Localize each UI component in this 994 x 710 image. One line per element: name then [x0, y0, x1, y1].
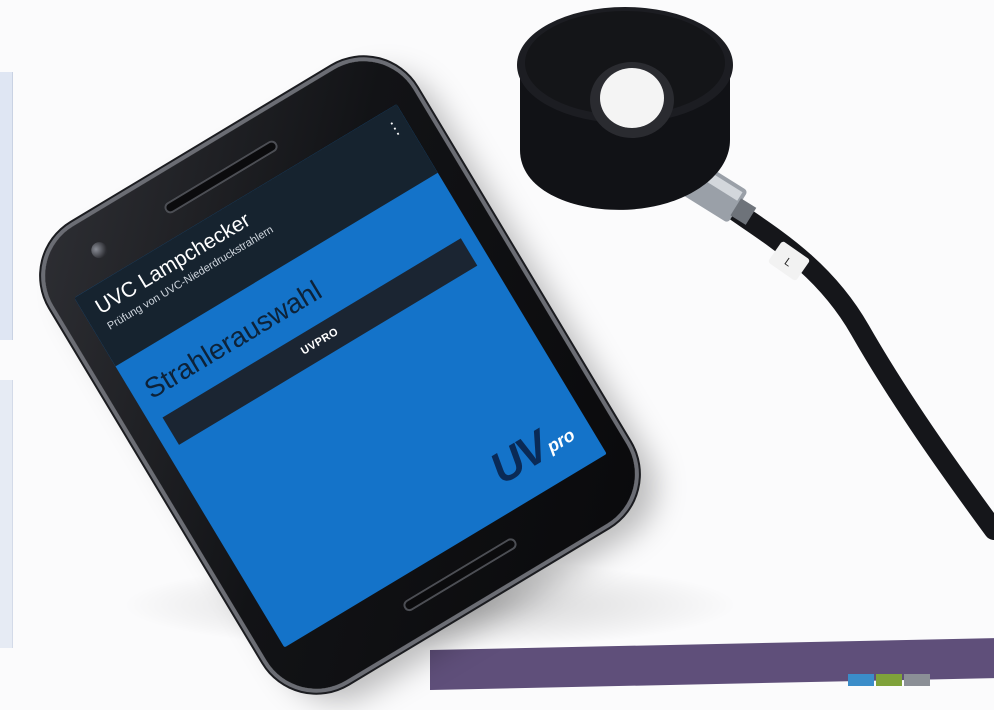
- sensor-housing: [517, 7, 733, 210]
- sensor-cable: [710, 190, 994, 540]
- logo-uv-text: UV: [481, 422, 556, 494]
